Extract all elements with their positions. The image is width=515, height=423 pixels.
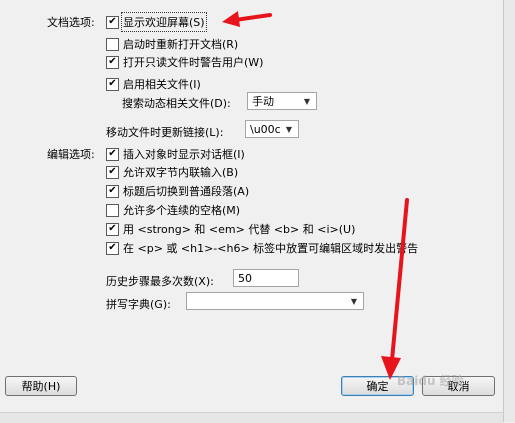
annotation-arrow-top [222,11,272,27]
annotation-overlay [222,11,409,380]
annotation-arrow-bottom [381,198,409,380]
